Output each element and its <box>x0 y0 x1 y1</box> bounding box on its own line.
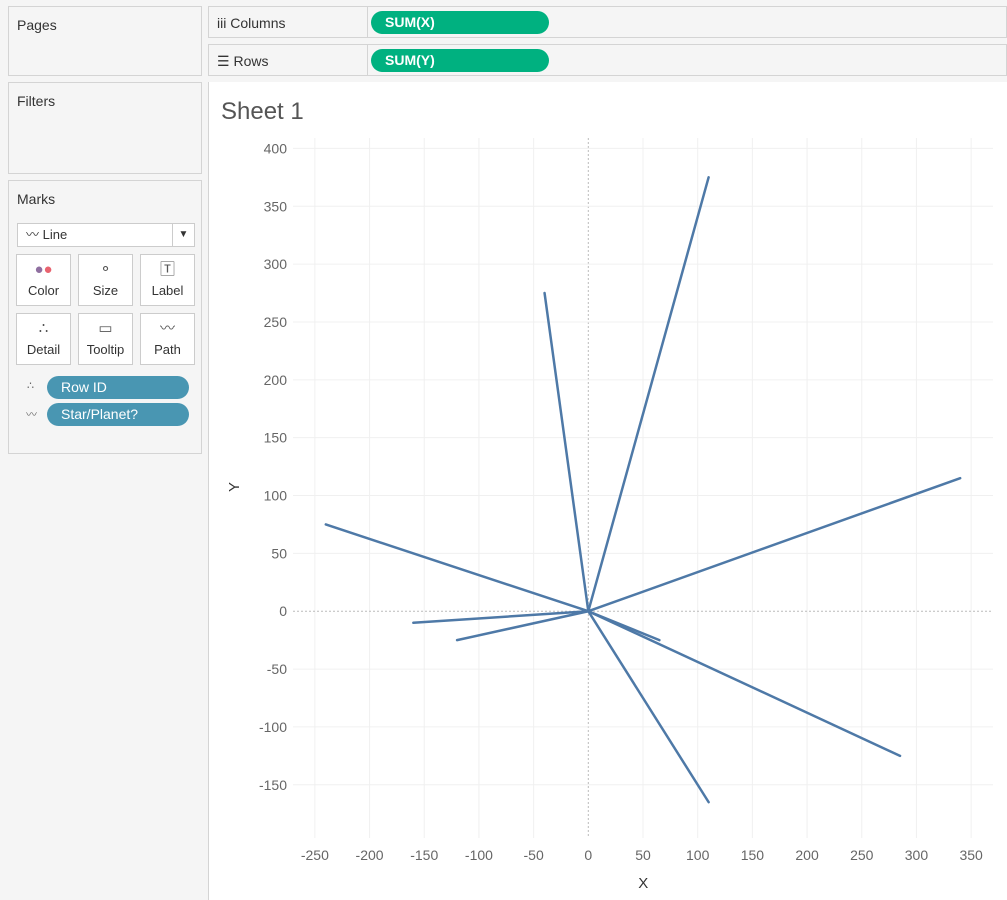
y-tick-label: -150 <box>259 777 287 793</box>
pages-title: Pages <box>17 17 57 33</box>
filters-card[interactable]: Filters <box>8 82 202 174</box>
series-line-path-1 <box>587 176 710 613</box>
marks-card: Marks 〰 Line ▼ ●● Color ⚬ Size 🅃 Label ∴ Deta… <box>8 180 202 454</box>
path-label: Path <box>154 342 181 357</box>
x-tick-label: 50 <box>635 847 651 863</box>
size-button[interactable]: ⚬ Size <box>78 254 133 306</box>
line-chart[interactable]: -250 -200 -150 -100 -50 0 50 100 150 200 250 300 350… <box>209 82 1007 900</box>
series-line-path-3 <box>587 476 962 613</box>
mark-type-dropdown[interactable]: 〰 Line ▼ <box>17 223 195 247</box>
color-icon: ●● <box>34 261 53 278</box>
y-tick-label: -50 <box>267 661 287 677</box>
color-label: Color <box>27 283 60 298</box>
rows-pill-sum-y[interactable]: SUM(Y) <box>371 49 549 72</box>
y-tick-label: 250 <box>264 314 288 330</box>
columns-icon: iii <box>217 15 231 31</box>
detail-icon: ∴ <box>27 380 34 392</box>
label-icon: 🅃 <box>159 261 175 278</box>
rows-shelf[interactable]: ☰ Rows SUM(Y) <box>208 44 1007 76</box>
detail-label: Detail <box>26 342 61 357</box>
label-label: Label <box>151 283 184 298</box>
marks-title: Marks <box>17 191 56 207</box>
x-tick-label: 200 <box>795 847 819 863</box>
field-pill-row-id[interactable]: Row ID <box>47 376 189 399</box>
detail-icon: ∴ <box>38 320 49 337</box>
label-button[interactable]: 🅃 Label <box>140 254 195 306</box>
y-tick-label: 400 <box>264 140 288 156</box>
series-line-path-4 <box>324 523 590 613</box>
y-tick-label: 150 <box>264 430 288 446</box>
columns-label: iii Columns <box>217 15 286 31</box>
x-axis-title: X <box>638 875 648 892</box>
x-tick-label: 300 <box>905 847 929 863</box>
x-tick-label: 0 <box>584 847 592 863</box>
tooltip-label: Tooltip <box>86 342 125 357</box>
x-tick-label: -250 <box>301 847 329 863</box>
y-tick-label: 300 <box>264 256 288 272</box>
y-tick-label: 100 <box>264 488 288 504</box>
color-button[interactable]: ●● Color <box>16 254 71 306</box>
size-label: Size <box>92 283 119 298</box>
columns-shelf[interactable]: iii Columns SUM(X) <box>208 6 1007 38</box>
x-tick-label: -150 <box>410 847 438 863</box>
y-tick-label: -100 <box>259 719 287 735</box>
tooltip-icon: ▭ <box>98 320 113 337</box>
chevron-down-icon[interactable]: ▼ <box>172 224 194 246</box>
columns-pill-sum-x[interactable]: SUM(X) <box>371 11 549 34</box>
size-icon: ⚬ <box>99 261 112 278</box>
tooltip-button[interactable]: ▭ Tooltip <box>78 313 133 365</box>
detail-button[interactable]: ∴ Detail <box>16 313 71 365</box>
x-tick-label: -100 <box>465 847 493 863</box>
path-button[interactable]: 〰 Path <box>140 313 195 365</box>
rows-label: ☰ Rows <box>217 53 269 69</box>
line-icon: 〰 <box>26 227 43 242</box>
mark-type-value: Line <box>42 227 68 242</box>
y-tick-label: 50 <box>271 545 287 561</box>
path-icon: 〰 <box>159 320 175 337</box>
x-tick-label: 100 <box>686 847 710 863</box>
x-tick-label: 350 <box>959 847 983 863</box>
x-tick-label: -50 <box>524 847 544 863</box>
y-tick-label: 350 <box>264 198 288 214</box>
x-tick-label: -200 <box>356 847 384 863</box>
field-pill-star-planet[interactable]: Star/Planet? <box>47 403 189 426</box>
worksheet-view: Sheet 1 -250 -200 -150 -100 -50 0 50 100 150 200 2… <box>208 82 1007 900</box>
series-line-path-2 <box>543 291 590 613</box>
y-tick-label: 0 <box>279 603 287 619</box>
pages-card[interactable]: Pages <box>8 6 202 76</box>
rows-icon: ☰ <box>217 53 234 69</box>
y-axis-title: Y <box>226 482 243 492</box>
x-tick-label: 150 <box>741 847 765 863</box>
filters-title: Filters <box>17 93 56 109</box>
path-icon: 〰 <box>26 409 37 421</box>
y-tick-label: 200 <box>264 372 288 388</box>
x-tick-label: 250 <box>850 847 874 863</box>
